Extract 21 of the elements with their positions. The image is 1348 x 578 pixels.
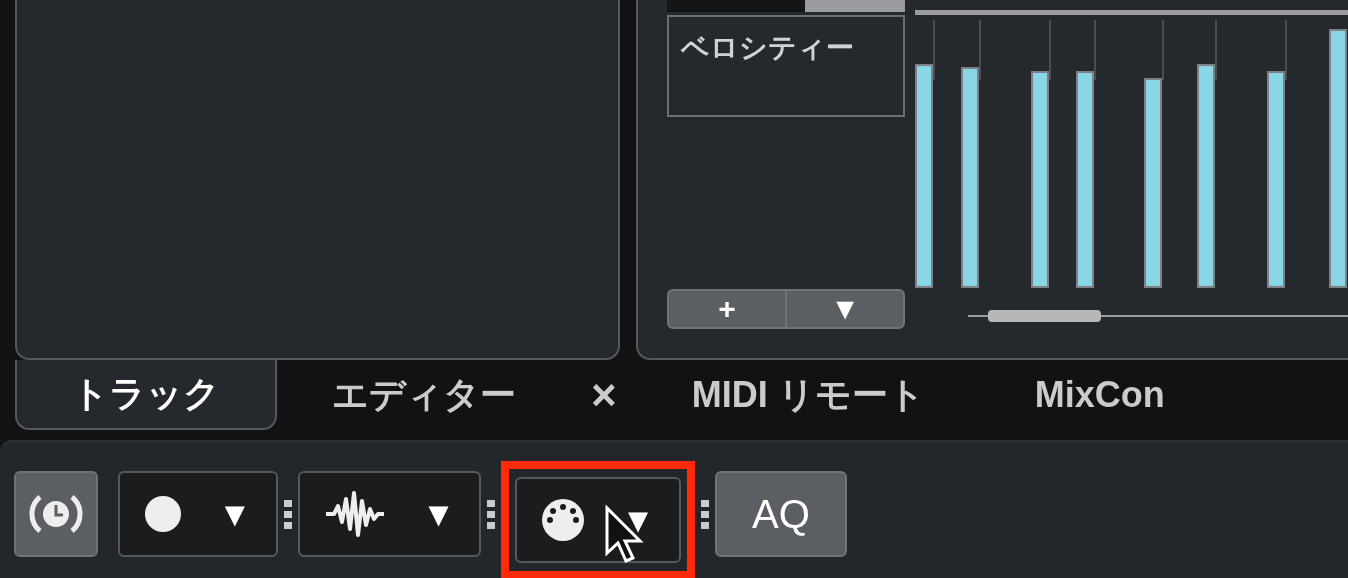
tab[interactable]: エディター xyxy=(277,360,571,430)
midi-button[interactable]: ▼ xyxy=(515,477,681,563)
tab[interactable]: MixCon xyxy=(979,360,1220,430)
waveform-icon xyxy=(323,491,386,537)
close-button[interactable]: × xyxy=(571,360,637,430)
lane-menu-button[interactable]: ▼ xyxy=(785,291,903,327)
wave-button[interactable]: ▼ xyxy=(297,471,482,557)
scrollbar[interactable] xyxy=(968,310,1348,322)
grip-handle[interactable] xyxy=(487,499,496,529)
record-icon xyxy=(144,495,182,533)
scrollbar[interactable] xyxy=(667,0,905,12)
midi-plug-icon xyxy=(541,498,586,542)
lane-label: ベロシティー xyxy=(681,32,854,63)
tab[interactable]: MIDI リモート xyxy=(636,360,980,430)
grip-handle[interactable] xyxy=(283,499,292,529)
aq-button[interactable]: AQ xyxy=(714,471,847,557)
grip-handle[interactable] xyxy=(700,499,709,529)
add-lane-button[interactable]: + xyxy=(669,291,785,327)
record-button[interactable]: ▼ xyxy=(118,471,278,557)
clock-button[interactable] xyxy=(14,471,98,557)
tab[interactable]: トラック xyxy=(15,360,277,430)
